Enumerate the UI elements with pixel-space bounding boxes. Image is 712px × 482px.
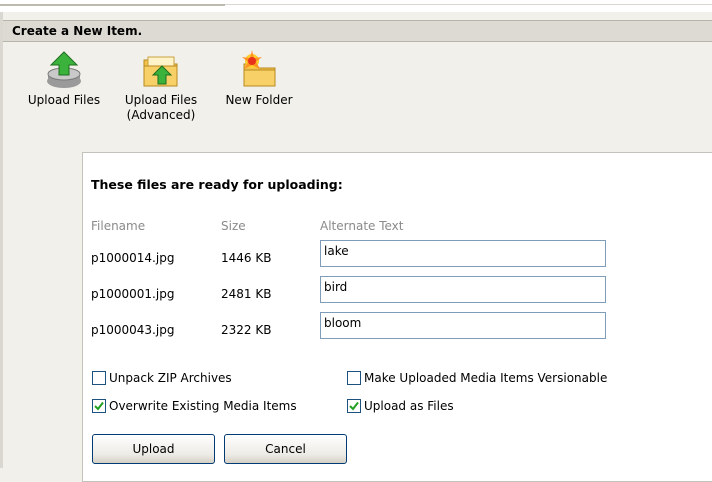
unpack-zip-label: Unpack ZIP Archives xyxy=(109,371,232,385)
alt-text-input[interactable] xyxy=(320,276,606,303)
checkbox-box[interactable] xyxy=(347,399,361,413)
overwrite-label: Overwrite Existing Media Items xyxy=(109,399,297,413)
upload-as-files-label: Upload as Files xyxy=(364,399,454,413)
file-size: 2481 KB xyxy=(221,287,272,301)
new-folder-icon xyxy=(242,50,276,87)
checkbox-box[interactable] xyxy=(92,399,106,413)
file-name: p1000014.jpg xyxy=(91,251,175,265)
file-name: p1000043.jpg xyxy=(91,323,175,337)
checkmark-icon xyxy=(94,401,104,411)
folder-upload-icon xyxy=(143,56,178,87)
upload-files-advanced-sublabel: (Advanced) xyxy=(126,108,196,122)
alt-text-input[interactable] xyxy=(320,240,606,267)
upload-button[interactable]: Upload xyxy=(92,434,215,464)
new-folder-label: New Folder xyxy=(225,93,293,107)
dialog-header: Create a New Item. xyxy=(3,20,712,42)
alt-text-input[interactable] xyxy=(320,312,606,339)
upload-files-advanced-button[interactable]: Upload Files (Advanced) xyxy=(118,50,204,123)
col-alt: Alternate Text xyxy=(320,219,404,233)
upload-files-advanced-label: Upload Files xyxy=(124,93,198,107)
file-size: 2322 KB xyxy=(221,323,272,337)
file-name: p1000001.jpg xyxy=(91,287,175,301)
versionable-checkbox[interactable]: Make Uploaded Media Items Versionable xyxy=(347,371,607,385)
cancel-button[interactable]: Cancel xyxy=(224,434,347,464)
checkbox-box[interactable] xyxy=(92,371,106,385)
checkbox-box[interactable] xyxy=(347,371,361,385)
versionable-label: Make Uploaded Media Items Versionable xyxy=(364,371,608,385)
upload-as-files-checkbox[interactable]: Upload as Files xyxy=(347,399,454,413)
col-size: Size xyxy=(221,219,246,233)
left-edge xyxy=(0,12,3,468)
top-divider-right xyxy=(225,4,712,5)
upload-files-label: Upload Files xyxy=(27,93,101,107)
upload-arrow-icon xyxy=(47,51,81,88)
file-size: 1446 KB xyxy=(221,251,272,265)
new-folder-button[interactable]: New Folder xyxy=(217,50,301,108)
overwrite-checkbox[interactable]: Overwrite Existing Media Items xyxy=(92,399,297,413)
checkmark-icon xyxy=(349,401,359,411)
upload-files-button[interactable]: Upload Files xyxy=(24,50,104,108)
unpack-zip-checkbox[interactable]: Unpack ZIP Archives xyxy=(92,371,232,385)
ready-heading: These files are ready for uploading: xyxy=(91,177,343,192)
dialog-title: Create a New Item. xyxy=(12,24,143,38)
top-divider xyxy=(0,4,225,6)
col-filename: Filename xyxy=(91,219,146,233)
top-border xyxy=(0,0,712,12)
